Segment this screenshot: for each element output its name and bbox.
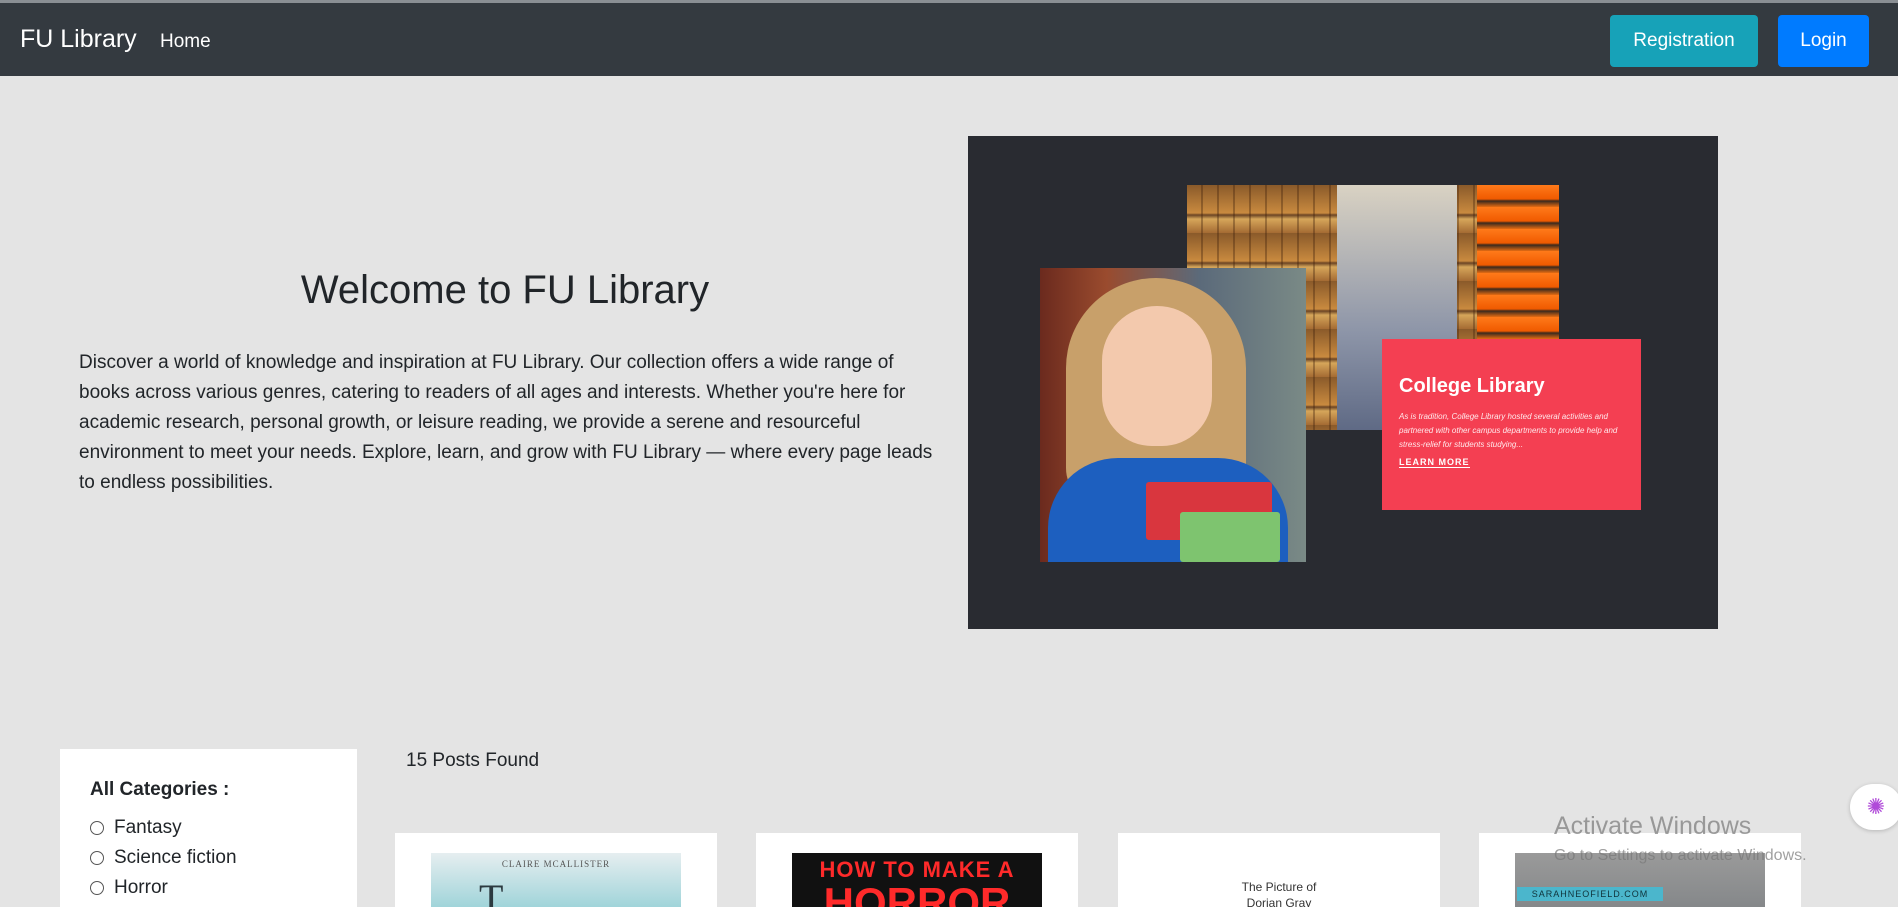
category-option-science-fiction[interactable]: Science fiction (90, 843, 327, 873)
category-sidebar: All Categories : Fantasy Science fiction… (60, 749, 357, 907)
book-card[interactable]: CLAIRE MCALLISTER T (395, 833, 717, 907)
login-button[interactable]: Login (1778, 15, 1869, 67)
category-option-fantasy[interactable]: Fantasy (90, 813, 327, 843)
radio-button[interactable] (90, 821, 104, 835)
learn-more-link: LEARN MORE (1399, 457, 1470, 468)
book-cover[interactable]: CLAIRE MCALLISTER T (431, 853, 681, 907)
nav-home-link[interactable]: Home (160, 31, 211, 53)
card-title: College Library (1399, 375, 1545, 397)
book-card[interactable]: HOW TO MAKE A HORROR (756, 833, 1078, 907)
book-cover[interactable]: The Picture of Dorian Gray (1154, 853, 1404, 907)
category-label: Science fiction (114, 847, 237, 868)
hero-title: Welcome to FU Library (300, 268, 710, 312)
book-cover[interactable]: HOW TO MAKE A HORROR (792, 853, 1042, 907)
category-label: Fantasy (114, 817, 182, 838)
navbar: FU Library Home Registration Login (0, 0, 1898, 76)
windows-activation-watermark: Activate Windows Go to Settings to activ… (1554, 812, 1807, 864)
radio-button[interactable] (90, 881, 104, 895)
hero-description: Discover a world of knowledge and inspir… (79, 352, 933, 493)
student-photo (1040, 268, 1306, 562)
categories-title: All Categories : (90, 779, 230, 800)
college-library-card: College Library As is tradition, College… (1382, 339, 1641, 510)
card-description: As is tradition, College Library hosted … (1399, 412, 1618, 449)
brain-icon[interactable]: ✺ (1850, 784, 1898, 830)
brand-logo[interactable]: FU Library (20, 25, 137, 54)
category-label: Horror (114, 877, 168, 898)
category-option-horror[interactable]: Horror (90, 873, 327, 903)
hero-image: College Library As is tradition, College… (968, 136, 1718, 629)
radio-button[interactable] (90, 851, 104, 865)
posts-count: 15 Posts Found (406, 750, 540, 771)
book-card[interactable]: The Picture of Dorian Gray (1118, 833, 1440, 907)
registration-button[interactable]: Registration (1610, 15, 1758, 67)
